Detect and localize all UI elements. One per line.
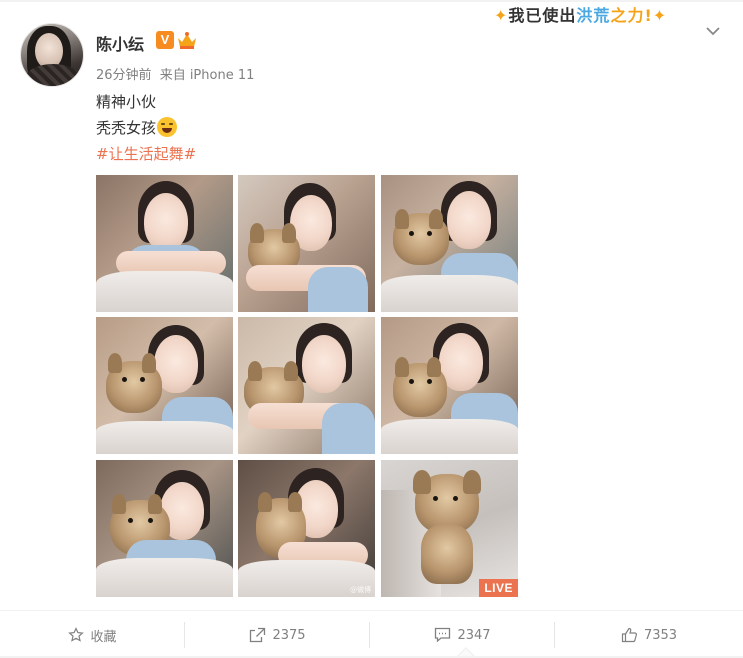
avatar[interactable] <box>20 23 84 87</box>
crown-icon[interactable] <box>176 31 198 50</box>
thumbs-up-icon <box>621 627 637 643</box>
photo-1[interactable] <box>96 175 233 312</box>
favorite-label: 收藏 <box>90 629 117 645</box>
share-icon <box>250 627 266 643</box>
promo-banner: ✦我已使出洪荒之力!✦ <box>494 6 668 25</box>
photo-3[interactable] <box>381 175 518 312</box>
like-count: 7353 <box>643 627 678 643</box>
post-time[interactable]: 26分钟前 <box>96 68 152 83</box>
post-meta: 26分钟前 来自 iPhone 11 <box>96 64 258 83</box>
repost-button[interactable]: 2375 <box>185 618 370 652</box>
comment-icon <box>435 627 451 643</box>
repost-count: 2375 <box>272 627 306 643</box>
photo-watermark: @微博 <box>350 586 371 594</box>
favorite-button[interactable]: 收藏 <box>0 618 185 652</box>
action-bar-divider <box>0 610 743 611</box>
hashtag-link[interactable]: #让生活起舞# <box>96 143 196 164</box>
chevron-down-icon[interactable] <box>704 22 722 40</box>
photo-9-live[interactable]: LIVE <box>381 460 518 597</box>
post-text-line1: 精神小伙 <box>96 93 157 111</box>
live-badge[interactable]: LIVE <box>479 579 518 597</box>
photo-8[interactable]: @微博 <box>238 460 375 597</box>
username[interactable]: 陈小纭 <box>96 31 144 55</box>
comment-count: 2347 <box>457 627 491 643</box>
photo-7[interactable] <box>96 460 233 597</box>
weibo-post-card: 陈小纭 V 26分钟前 来自 iPhone 11 ✦我已使出洪荒之力!✦ 精神小… <box>0 0 743 658</box>
like-button[interactable]: 7353 <box>555 618 743 652</box>
post-source: 来自 iPhone 11 <box>159 68 255 83</box>
verified-icon[interactable]: V <box>156 31 174 49</box>
photo-2[interactable] <box>238 175 375 312</box>
photo-4[interactable] <box>96 317 233 454</box>
photo-6[interactable] <box>381 317 518 454</box>
star-icon <box>68 627 85 642</box>
laugh-emoji-icon <box>157 117 178 137</box>
photo-5[interactable] <box>238 317 375 454</box>
post-text-line2: 秃秃女孩 <box>96 117 178 138</box>
